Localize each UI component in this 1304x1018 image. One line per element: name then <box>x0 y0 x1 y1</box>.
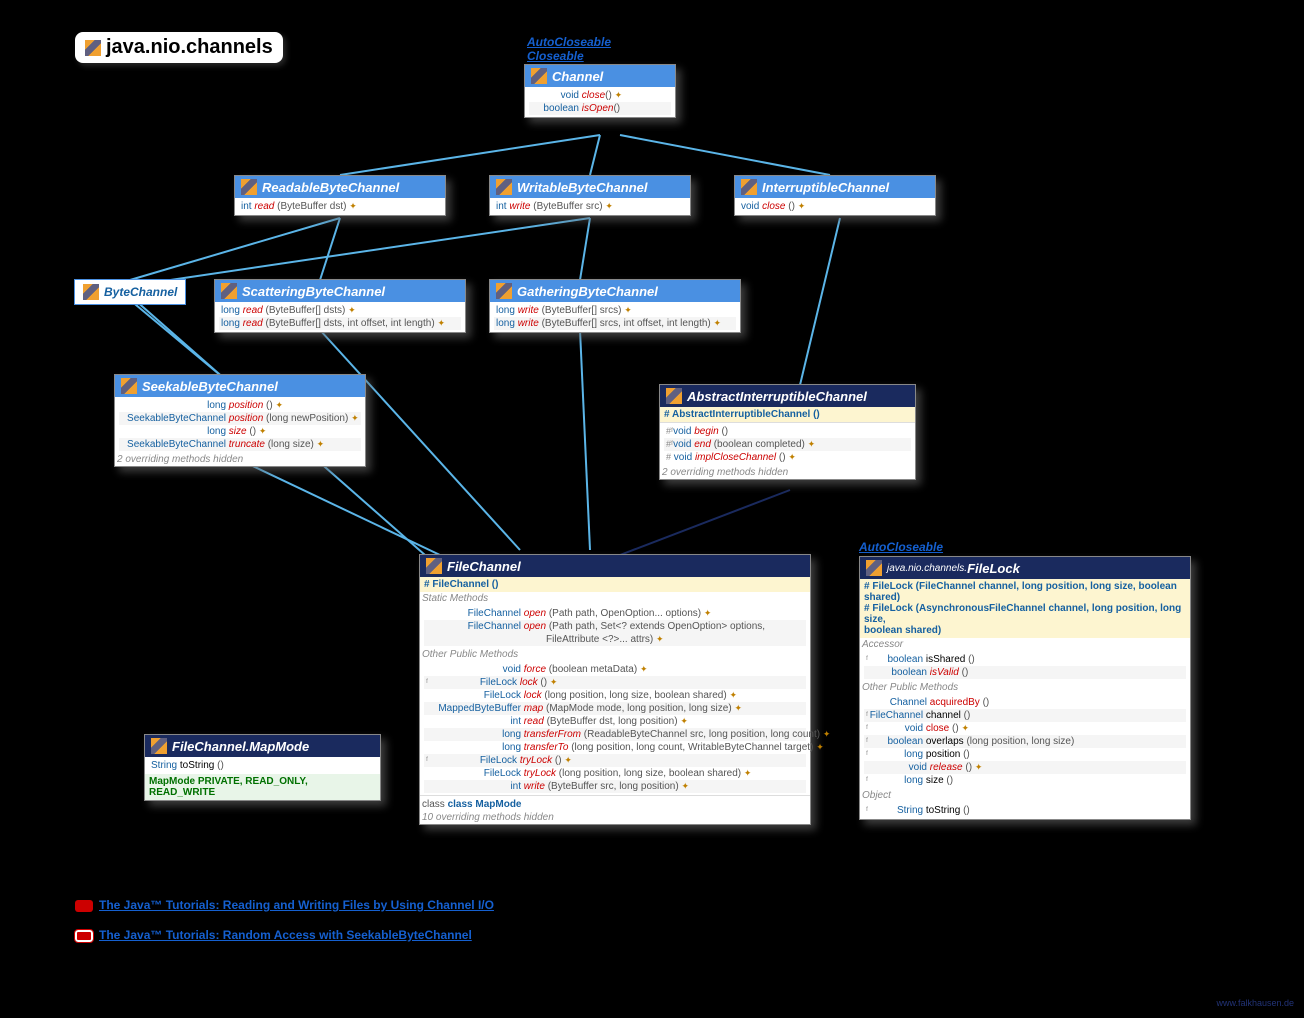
class-header: AbstractInterruptibleChannel <box>660 385 915 407</box>
link-icon <box>75 900 93 912</box>
tutorial-link-2[interactable]: The Java™ Tutorials: Random Access with … <box>75 928 472 942</box>
class-header: InterruptibleChannel <box>735 176 935 198</box>
section-other: Other Public Methods <box>860 681 1190 694</box>
connector-lines <box>0 0 1304 1018</box>
class-header: FileChannel <box>420 555 810 577</box>
class-gathering[interactable]: GatheringByteChannel long write (ByteBuf… <box>489 279 741 333</box>
class-filechannel[interactable]: FileChannel # FileChannel () Static Meth… <box>419 554 811 825</box>
class-icon <box>866 560 882 576</box>
section-other: Other Public Methods <box>420 648 810 661</box>
class-icon <box>496 283 512 299</box>
channel-supers: AutoCloseableCloseable <box>527 35 611 63</box>
constructors: # FileLock (FileChannel channel, long po… <box>860 579 1190 638</box>
tutorial-link-1[interactable]: The Java™ Tutorials: Reading and Writing… <box>75 898 494 912</box>
attribution: www.falkhausen.de <box>1216 998 1294 1008</box>
class-channel[interactable]: Channel void close() ✦ boolean isOpen() <box>524 64 676 118</box>
class-icon <box>221 283 237 299</box>
section-static: Static Methods <box>420 592 810 605</box>
class-readable[interactable]: ReadableByteChannel int read (ByteBuffer… <box>234 175 446 216</box>
class-icon <box>741 179 757 195</box>
class-absinterrupt[interactable]: AbstractInterruptibleChannel # AbstractI… <box>659 384 916 480</box>
class-icon <box>83 284 99 300</box>
class-icon <box>151 738 167 754</box>
class-icon <box>496 179 512 195</box>
section-object: Object <box>860 789 1190 802</box>
class-icon <box>666 388 682 404</box>
class-header: FileChannel.MapMode <box>145 735 380 757</box>
class-filelock[interactable]: java.nio.channels.FileLock # FileLock (F… <box>859 556 1191 820</box>
class-header: java.nio.channels.FileLock <box>860 557 1190 579</box>
class-scattering[interactable]: ScatteringByteChannel long read (ByteBuf… <box>214 279 466 333</box>
package-icon <box>85 40 101 56</box>
filelock-supers: AutoCloseable <box>859 540 943 554</box>
class-icon <box>121 378 137 394</box>
mapmode-values: MapMode PRIVATE, READ_ONLY, READ_WRITE <box>145 774 380 800</box>
class-writable[interactable]: WritableByteChannel int write (ByteBuffe… <box>489 175 691 216</box>
class-mapmode[interactable]: FileChannel.MapMode String toString () M… <box>144 734 381 801</box>
constructor: # AbstractInterruptibleChannel () <box>660 407 915 422</box>
class-icon <box>241 179 257 195</box>
section-accessor: Accessor <box>860 638 1190 651</box>
class-header: Channel <box>525 65 675 87</box>
class-header: WritableByteChannel <box>490 176 690 198</box>
class-header: ReadableByteChannel <box>235 176 445 198</box>
class-icon <box>426 558 442 574</box>
constructor: # FileChannel () <box>420 577 810 592</box>
class-header: GatheringByteChannel <box>490 280 740 302</box>
class-bytechannel[interactable]: ByteChannel <box>74 279 186 305</box>
class-seekable[interactable]: SeekableByteChannel long position () ✦ S… <box>114 374 366 467</box>
class-header: ScatteringByteChannel <box>215 280 465 302</box>
class-interruptible[interactable]: InterruptibleChannel void close () ✦ <box>734 175 936 216</box>
link-icon <box>75 930 93 942</box>
class-icon <box>531 68 547 84</box>
package-title: java.nio.channels <box>75 32 283 63</box>
class-header: SeekableByteChannel <box>115 375 365 397</box>
